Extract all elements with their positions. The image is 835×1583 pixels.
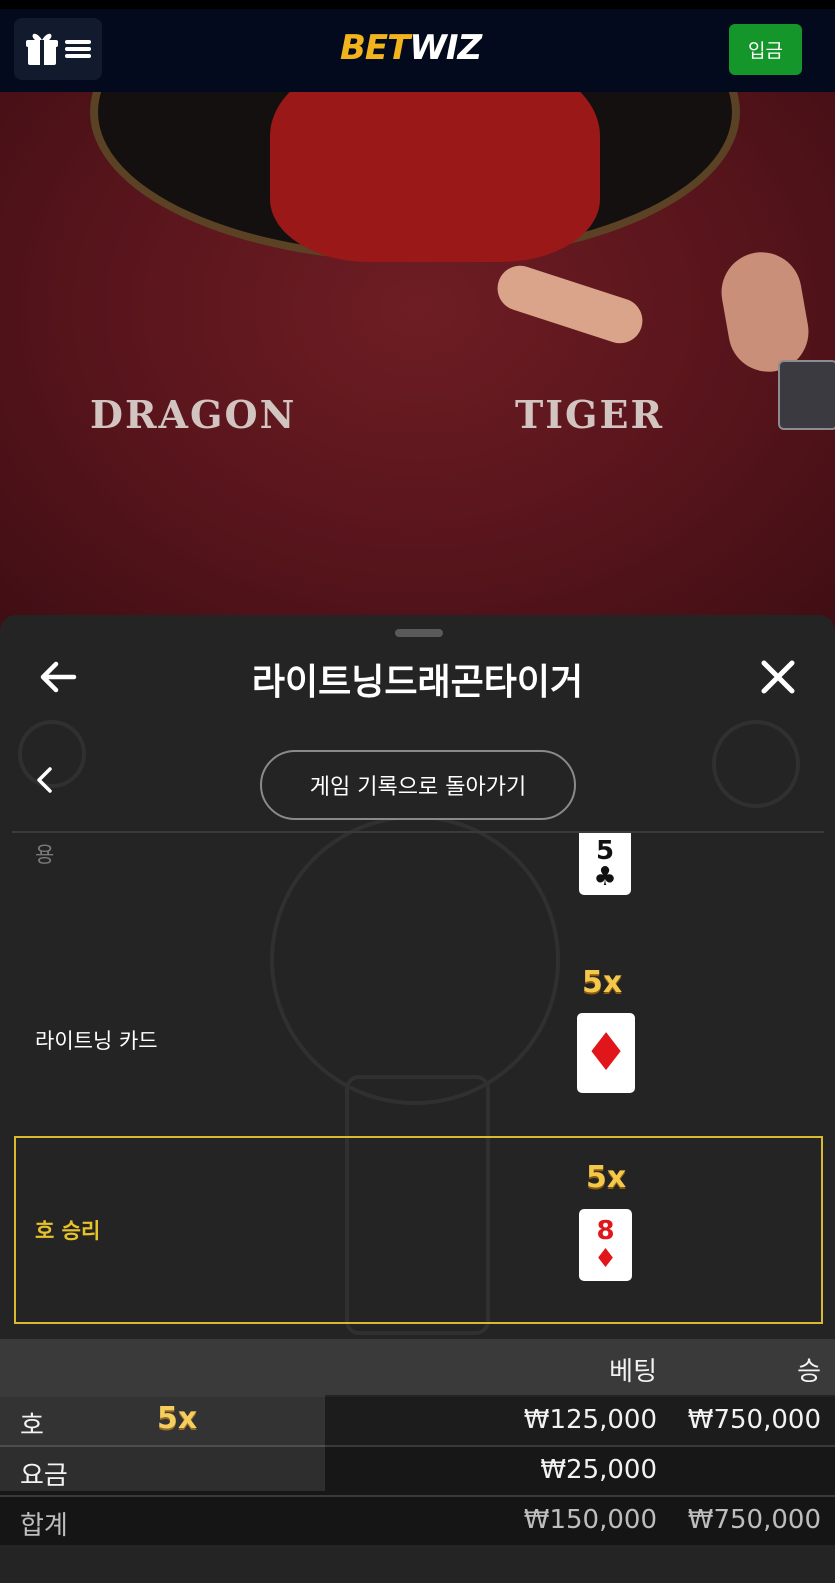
dragon-table-label: DRAGON [90, 392, 297, 437]
row-bet: ₩25,000 [540, 1455, 657, 1485]
status-strip [0, 0, 835, 9]
lightning-card: ♦ [577, 1013, 635, 1093]
row-name: 합계 [20, 1511, 68, 1541]
deposit-button[interactable]: 입금 [729, 24, 802, 75]
diamond-suit-icon: ♦ [582, 1023, 630, 1083]
betwiz-logo[interactable]: BETWIZ [340, 28, 482, 68]
dealer-hand-right [715, 245, 815, 379]
row-highlight-overlay [0, 1395, 325, 1491]
card-shoe [778, 360, 835, 430]
dragon-card: 5 ♣ [579, 833, 631, 895]
row-bet: ₩150,000 [523, 1505, 657, 1535]
lightning-multiplier: 5x [582, 965, 623, 1000]
tiger-table-label: TIGER [515, 392, 665, 437]
row-win: ₩750,000 [687, 1505, 821, 1535]
divider [12, 831, 824, 833]
logo-part-bet: BET [340, 28, 410, 68]
dealer-figure [270, 92, 600, 262]
tiger-card-rank: 8 [596, 1216, 615, 1246]
col-win-header: 승 [797, 1357, 821, 1387]
ghost-dial-right [712, 720, 800, 808]
tiger-win-label: 호 승리 [35, 1219, 101, 1243]
sheet-title: 라이트닝드래곤타이거 [251, 662, 584, 703]
chevron-left-icon[interactable] [30, 765, 60, 795]
hamburger-icon [65, 40, 91, 58]
logo-part-wiz: WIZ [409, 28, 482, 68]
table-header: 베팅 승 [0, 1339, 835, 1395]
dragon-row-label: 용 [35, 843, 55, 867]
table-row: 합계 ₩150,000 ₩750,000 [0, 1497, 835, 1545]
lightning-card-label: 라이트닝 카드 [35, 1029, 158, 1053]
row-bet: ₩125,000 [523, 1405, 657, 1435]
live-video-stream: DRAGON TIGER [0, 92, 835, 632]
row-win: ₩750,000 [687, 1405, 821, 1435]
close-icon[interactable] [758, 657, 798, 697]
tiger-multiplier: 5x [586, 1160, 627, 1195]
col-bet-header: 베팅 [609, 1357, 657, 1387]
gift-icon [26, 33, 58, 65]
back-to-history-button[interactable]: 게임 기록으로 돌아가기 [260, 750, 576, 820]
club-suit-icon: ♣ [593, 862, 617, 892]
top-header: BETWIZ 입금 [0, 0, 835, 92]
dragon-card-rank: 5 [595, 836, 615, 866]
winning-row-highlight [14, 1136, 823, 1324]
dealer-hand-left [491, 259, 649, 350]
tiger-card: 8 ♦ [579, 1209, 632, 1281]
ghost-center-ring [270, 815, 560, 1105]
menu-button[interactable] [14, 18, 102, 80]
diamond-suit-icon: ♦ [593, 1244, 618, 1274]
drag-handle[interactable] [395, 629, 443, 637]
